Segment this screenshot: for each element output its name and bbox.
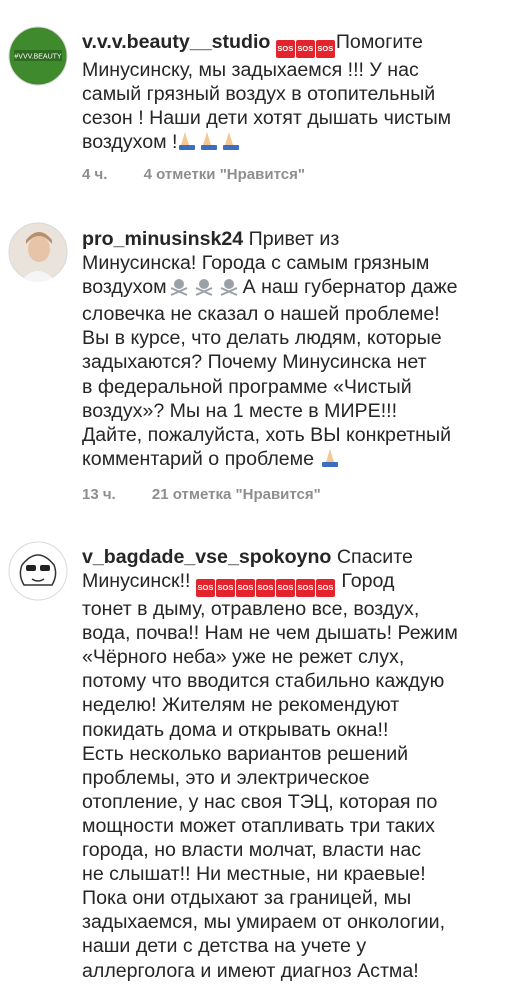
comment-meta: 4 ч. 4 отметки "Нравится" [82,166,337,183]
comment-line: покидать дома и открывать окна!! [82,718,389,741]
comment-line: Минусинск!! [82,570,191,593]
comment-line: Пока они отдыхают за границей, мы [82,887,412,910]
avatar[interactable]: #VVV.BEAUTY [8,26,68,86]
avatar-text: #VVV.BEAUTY [14,54,62,61]
comment-line: вода, почва!! Нам не чем дышать! Режим [82,622,458,645]
sos-icon: SOS [315,40,335,58]
comment-line: словечка не сказал о нашей проблеме! [82,303,440,326]
comment-line: Помогите [335,31,423,53]
likes-count[interactable]: 21 отметка "Нравится" [152,486,321,503]
comment-line: наши дети с детства на учете у [82,935,367,958]
comment-line: воздух»? Мы на 1 месте в МИРЕ!!! [82,399,398,422]
skull-crossbones-icon [167,276,243,302]
comment-meta: 13 ч. 21 отметка "Нравится" [82,486,353,503]
comment-line: задыхаются? Почему Минусинска нет [82,351,427,374]
comment-line: Минусинску, мы задыхаемся !!! У нас [82,59,419,81]
comment-line: проблемы, это и электрическое [82,766,370,789]
praying-hands-icon [177,131,243,157]
comment-text: v.v.v.beauty__studio SOS SOS SOS Помогите М… [82,30,512,157]
comment-text: v_bagdade_vse_spokoyno Спасите Минусинск… [82,545,512,983]
avatar[interactable] [8,541,68,601]
comment-username[interactable]: v.v.v.beauty__studio [82,31,270,53]
comment-line: комментарий о проблеме [82,447,315,470]
comment-username[interactable]: pro_minusinsk24 [82,228,243,250]
sos-emoji-group: SOS SOS SOS SOS SOS SOS SOS [195,572,336,598]
comment-line: Вы в курсе, что делать людям, которые [82,327,442,350]
comment-line: сезон ! Наши дети хотят дышать чистым [82,107,452,130]
comment-line: Дайте, пожалуйста, хоть ВЫ конкретный [82,423,452,446]
comment-line: не слышат!! Ни местные, ни краевые! [82,863,426,886]
comment-line: воздухом [82,276,167,299]
comment-line: Город [341,570,395,593]
likes-count[interactable]: 4 отметки "Нравится" [144,166,305,183]
comment-line: потому что вводится стабильно каждую [82,670,445,693]
comment-line: «Чёрного неба» уже не режет слух, [82,646,405,669]
comment-line: отопление, у нас своя ТЭЦ, которая по [82,790,438,813]
comment-line: мощности может отапливать три таких [82,814,435,837]
comment-line: города, но власти молчат, власти нас [82,839,422,862]
sos-icon: SOS [215,579,235,598]
sos-icon: SOS [315,579,335,598]
comment-line: в федеральной программе «Чистый [82,375,412,398]
comment-line: А наш губернатор даже [242,276,458,299]
sos-icon: SOS [295,40,315,58]
comment-line: аллерголога и имеют диагноз Астма! [82,959,419,982]
avatar[interactable] [8,222,68,282]
comment-line: Привет из [248,228,340,250]
comment-time: 4 ч. [82,166,108,183]
comment-line: задыхаемся, мы умираем от онкологии, [82,911,446,934]
sos-icon: SOS [255,579,275,598]
sos-emoji-group: SOS SOS SOS [275,33,336,58]
comment-username[interactable]: v_bagdade_vse_spokoyno [82,546,331,568]
comment-time: 13 ч. [82,486,116,503]
comment-text: pro_minusinsk24 Привет из Минусинска! Го… [82,227,512,474]
comment-line: Есть несколько вариантов решений [82,742,409,765]
comment-line: Минусинска! Города с самым грязным [82,252,430,275]
comment-line: самый грязный воздух в отопительный [82,83,436,106]
sos-icon: SOS [275,579,295,598]
sos-icon: SOS [235,579,255,598]
comment-line: Спасите [336,546,413,568]
sos-icon: SOS [195,579,215,598]
comment-line: неделю! Жителям не рекомендуют [82,694,400,717]
comment-line: тонет в дыму, отравлено все, воздух, [82,598,420,621]
praying-hands-icon [319,448,341,474]
sos-icon: SOS [295,579,315,598]
sos-icon: SOS [275,40,295,58]
comment-line: воздухом ! [82,131,178,154]
